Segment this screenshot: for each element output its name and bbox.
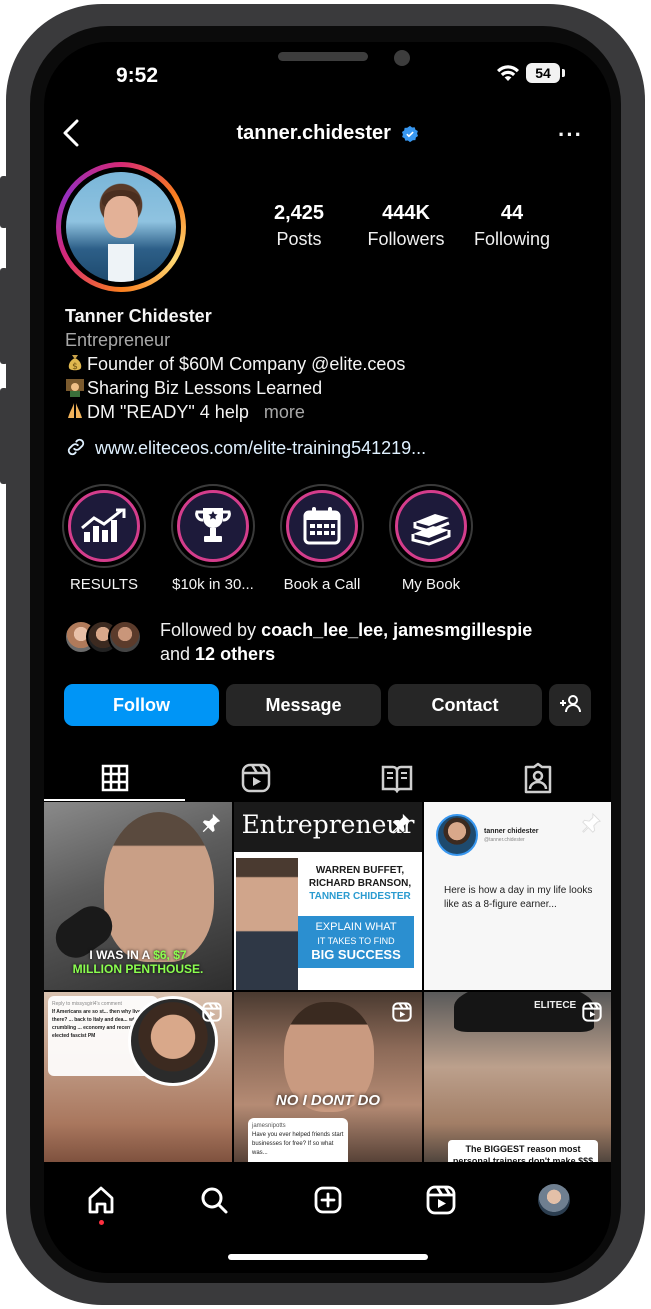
post-text-box: EXPLAIN WHAT IT TAKES TO FIND BIG SUCCESS (298, 916, 414, 968)
post-thumbnail[interactable]: I WAS IN A $6, $7 MILLION PENTHOUSE. (44, 802, 232, 990)
bio-line: Sharing Biz Lessons Learned (65, 376, 595, 400)
tagged-person-icon (524, 762, 551, 794)
profile-tabs (44, 754, 611, 802)
profile-bio: Tanner Chidester Entrepreneur $ Founder o… (65, 304, 595, 424)
post-author: tanner chidester (484, 828, 539, 835)
side-button (0, 176, 8, 228)
highlight-label: My Book (401, 576, 461, 593)
wifi-icon (497, 65, 519, 81)
followers-count[interactable]: 444K Followers (351, 202, 461, 250)
followers-count-value: 444K (382, 202, 430, 224)
trophy-icon (195, 508, 231, 542)
follower-avatar (108, 620, 142, 654)
post-caption: I WAS IN A $6, $7 MILLION PENTHOUSE. (72, 948, 204, 976)
post-text: WARREN BUFFET, RICHARD BRANSON, TANNER CHI… (308, 865, 412, 902)
reels-icon (392, 1002, 412, 1022)
post-text: Here is how a day in my life looks like … (444, 885, 593, 910)
link-icon (67, 438, 85, 456)
bio-line: DM "READY" 4 help more (65, 400, 595, 424)
suggested-accounts-button[interactable] (549, 684, 591, 726)
svg-text:$: $ (72, 362, 78, 372)
nav-profile[interactable] (534, 1180, 574, 1220)
tab-tagged[interactable] (467, 754, 608, 802)
add-post-icon (314, 1186, 342, 1214)
home-indicator (228, 1254, 428, 1260)
volume-down-button (0, 388, 8, 484)
praying-hands-icon (68, 403, 82, 418)
verified-badge-icon (401, 125, 418, 142)
followers-count-label: Followers (367, 229, 445, 249)
post-thumbnail[interactable]: tanner chidester @tanner.chidester Here … (424, 802, 611, 990)
cap-logo-text: ELITECE (534, 1000, 577, 1011)
volume-up-button (0, 268, 8, 364)
battery-cap (562, 69, 565, 77)
screen: 9:52 54 tanner.chidester ··· 2,425 Posts… (44, 42, 611, 1273)
highlight-book-a-call[interactable]: Book a Call (276, 484, 368, 593)
message-button[interactable]: Message (226, 684, 381, 726)
followed-by-text: Followed by coach_lee_lee, jamesmgillesp… (160, 620, 533, 664)
open-book-icon (381, 765, 412, 793)
reels-icon (241, 763, 270, 793)
profile-photo (66, 172, 176, 282)
more-options-button[interactable]: ··· (558, 122, 583, 148)
profile-username-header: tanner.chidester (44, 122, 611, 145)
posts-count-label: Posts (276, 229, 322, 249)
nav-home[interactable] (81, 1180, 121, 1220)
contact-button[interactable]: Contact (388, 684, 542, 726)
nav-search[interactable] (194, 1180, 234, 1220)
pin-icon (202, 813, 221, 833)
search-icon (201, 1187, 228, 1214)
battery-indicator: 54 (526, 63, 560, 83)
nav-reels[interactable] (421, 1180, 461, 1220)
tab-posts-grid[interactable] (44, 754, 185, 802)
bio-more-link[interactable]: more (264, 402, 305, 422)
home-icon (88, 1186, 114, 1214)
profile-avatar[interactable] (56, 162, 186, 292)
bio-line: $ Founder of $60M Company @elite.ceos (65, 352, 595, 376)
tab-reels[interactable] (185, 754, 326, 802)
username-label: tanner.chidester (236, 122, 391, 145)
notch (166, 42, 490, 86)
posts-count[interactable]: 2,425 Posts (244, 202, 354, 250)
post-caption: NO I DONT DO (275, 1092, 381, 1109)
books-icon (411, 514, 451, 546)
profile-avatar-small (538, 1184, 570, 1216)
highlight-my-book[interactable]: My Book (385, 484, 477, 593)
post-handle: @tanner.chidester (484, 837, 525, 843)
notification-dot (99, 1220, 104, 1225)
post-thumbnail[interactable]: Entrepreneur WARREN BUFFET, RICHARD BRANS… (234, 802, 422, 990)
teacher-icon (66, 379, 84, 397)
highlight-label: $10k in 30... (172, 576, 254, 593)
tab-guides[interactable] (326, 754, 467, 802)
reels-icon (582, 1002, 602, 1022)
pin-icon (582, 812, 602, 833)
money-bag-icon: $ (68, 355, 82, 372)
following-count-value: 44 (500, 202, 524, 224)
add-person-icon (560, 695, 581, 713)
follow-button[interactable]: Follow (64, 684, 219, 726)
reels-icon (426, 1185, 456, 1215)
calendar-icon (303, 507, 341, 545)
highlight-10k[interactable]: $10k in 30... (167, 484, 259, 593)
post-thumbnail[interactable]: NO I DONT DO jamesnipotts Have you ever … (234, 992, 422, 1180)
chart-up-icon (81, 508, 126, 542)
highlight-label: RESULTS (69, 576, 139, 593)
post-thumbnail[interactable]: Reply to missysgirl4's comment If Americ… (44, 992, 232, 1180)
post-thumbnail[interactable]: ELITECE The BIGGEST reason most personal… (424, 992, 611, 1180)
status-time: 9:52 (116, 64, 159, 87)
bio-link[interactable]: www.eliteceos.com/elite-training541219..… (65, 436, 426, 459)
nav-create[interactable] (308, 1180, 348, 1220)
posts-count-value: 2,425 (273, 202, 325, 224)
bio-link-text: www.eliteceos.com/elite-training541219..… (95, 438, 427, 458)
profile-category: Entrepreneur (65, 330, 171, 350)
highlight-results[interactable]: RESULTS (58, 484, 150, 593)
following-count[interactable]: 44 Following (457, 202, 567, 250)
following-count-label: Following (473, 229, 551, 249)
profile-name: Tanner Chidester (65, 306, 212, 326)
reels-icon (202, 1002, 222, 1022)
pin-icon (392, 813, 411, 833)
grid-icon (101, 764, 128, 792)
active-tab-indicator (44, 799, 185, 801)
highlight-label: Book a Call (283, 576, 361, 593)
